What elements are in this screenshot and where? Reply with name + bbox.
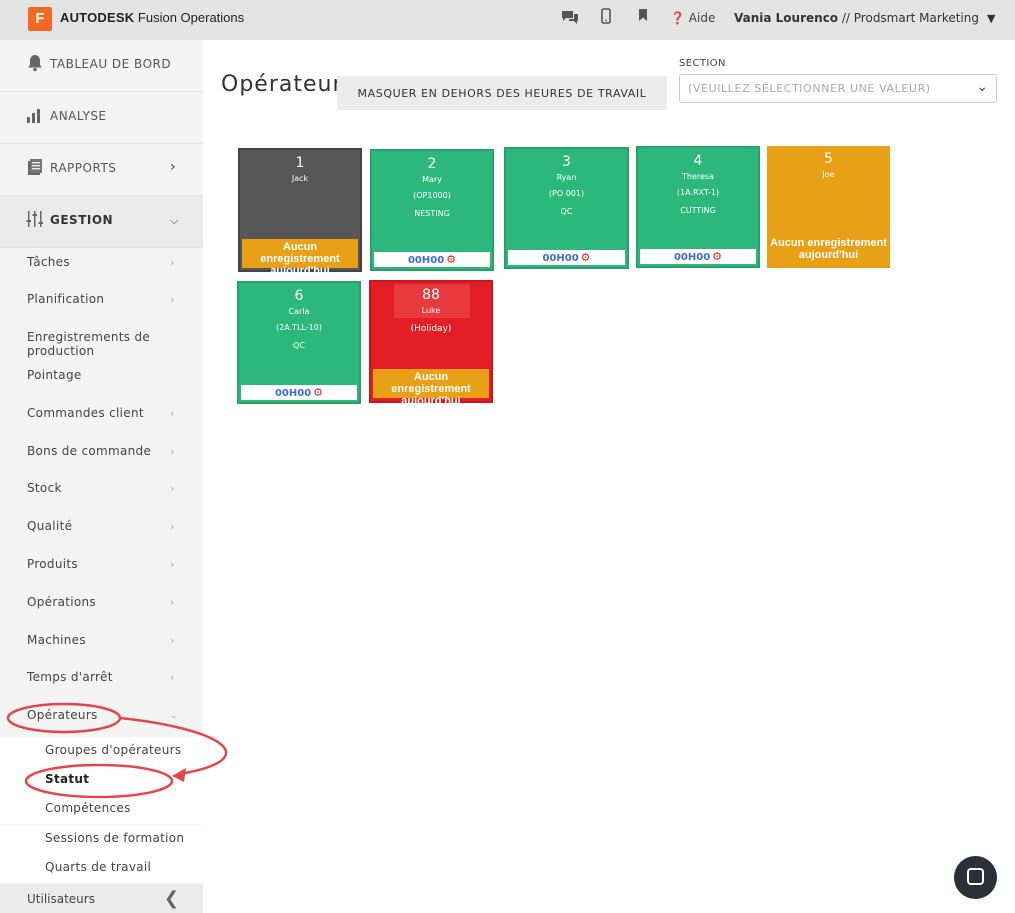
sidebar-item-production-records[interactable]: Enregistrements de production: [0, 320, 203, 358]
gear-icon: ⚙: [446, 253, 457, 266]
bell-icon: [26, 54, 46, 74]
gear-icon: ⚙: [712, 250, 723, 263]
help-icon: ❓: [670, 11, 685, 25]
chat-support-button[interactable]: [954, 856, 997, 899]
chevron-right-icon: ›: [170, 407, 175, 420]
status-no-record: Aucun enregistrement aujourd'hui: [242, 239, 358, 277]
chevron-right-icon: ›: [170, 520, 175, 533]
sidebar-item-purchase-orders[interactable]: Bons de commande ›: [0, 434, 203, 472]
chevron-right-icon: ›: [170, 293, 175, 306]
sidebar-item-dashboard[interactable]: TABLEAU DE BORD: [0, 40, 203, 92]
operator-card[interactable]: 3 Ryan (PO 001) QC 00H00 ⚙: [504, 147, 629, 269]
hide-outside-hours-button[interactable]: MASQUER EN DEHORS DES HEURES DE TRAVAIL: [337, 76, 667, 110]
operator-card[interactable]: 1 Jack Aucun enregistrement aujourd'hui: [238, 148, 362, 277]
sidebar-item-operators[interactable]: Opérateurs ⌄: [0, 698, 203, 736]
sidebar-item-quality[interactable]: Qualité ›: [0, 509, 203, 547]
operator-card[interactable]: 6 Carla (2A.TLL-10) QC 00H00 ⚙: [237, 281, 361, 404]
chevron-right-icon: ›: [170, 634, 175, 647]
time-counter: 00H00 ⚙: [374, 252, 490, 267]
operator-card[interactable]: 2 Mary (OP1000) NESTING 00H00 ⚙: [370, 149, 494, 271]
operator-card[interactable]: 4 Theresa (1A.RXT-1) CUTTING 00H00 ⚙: [636, 146, 760, 268]
brand-name: AUTODESK Fusion Operations: [60, 10, 245, 25]
sidebar-item-management[interactable]: GESTION ⌵: [0, 196, 203, 248]
sidebar-item-clocking[interactable]: Pointage: [0, 358, 203, 396]
bar-chart-icon: [26, 106, 46, 126]
status-no-record: Aucun enregistrement aujourd'hui: [770, 237, 887, 261]
sidebar-subitem-shifts[interactable]: Quarts de travail: [0, 854, 203, 883]
chevron-right-icon: ›: [170, 445, 175, 458]
sidebar-item-tasks[interactable]: Tâches ›: [0, 245, 203, 283]
chevron-right-icon: ›: [170, 671, 175, 684]
fusion-logo[interactable]: F: [28, 7, 52, 31]
sidebar-subitem-status[interactable]: Statut: [0, 766, 203, 795]
collapse-sidebar-icon[interactable]: ❮: [164, 888, 179, 909]
sidebar-item-operations[interactable]: Opérations ›: [0, 585, 203, 623]
section-label: SECTION: [679, 58, 726, 69]
sidebar-item-downtime[interactable]: Temps d'arrêt ›: [0, 660, 203, 698]
operator-card[interactable]: 5 Joe Aucun enregistrement aujourd'hui: [767, 146, 890, 268]
chevron-down-icon: ⌄: [976, 79, 988, 95]
chevron-right-icon: ›: [170, 159, 176, 175]
sidebar-item-sales-orders[interactable]: Commandes client ›: [0, 396, 203, 434]
page-title: Opérateurs: [221, 72, 337, 97]
gear-icon: ⚙: [580, 251, 591, 264]
user-menu[interactable]: Vania Lourenco // Prodsmart Marketing ▼: [734, 11, 995, 25]
sliders-icon: [26, 210, 46, 230]
chevron-down-icon: ▼: [987, 12, 996, 25]
report-icon: [26, 158, 46, 178]
bookmark-icon[interactable]: [638, 8, 648, 26]
chevron-right-icon: ›: [170, 558, 175, 571]
chevron-down-icon: ⌄: [170, 711, 178, 721]
top-bar: F AUTODESK Fusion Operations ❓ Aide Vani…: [0, 0, 1015, 40]
chevron-right-icon: ›: [170, 596, 175, 609]
sidebar-item-users[interactable]: Utilisateurs ❮: [0, 884, 203, 913]
sidebar-item-reports[interactable]: RAPPORTS ›: [0, 144, 203, 196]
help-link[interactable]: ❓ Aide: [670, 11, 715, 25]
mobile-icon[interactable]: [601, 8, 611, 28]
sidebar-item-analysis[interactable]: ANALYSE: [0, 92, 203, 144]
chat-icon[interactable]: [560, 8, 580, 30]
sidebar-item-products[interactable]: Produits ›: [0, 547, 203, 585]
chat-bubble-icon: [967, 868, 984, 885]
sidebar-item-planning[interactable]: Planification ›: [0, 282, 203, 320]
operator-card[interactable]: 88 Luke (Holiday) Aucun enregistrement a…: [369, 280, 493, 407]
status-no-record: Aucun enregistrement aujourd'hui: [373, 369, 489, 407]
time-counter: 00H00 ⚙: [508, 250, 625, 265]
sidebar-subitem-operator-groups[interactable]: Groupes d'opérateurs: [0, 737, 203, 766]
gear-icon: ⚙: [313, 386, 324, 399]
chevron-right-icon: ›: [170, 256, 175, 269]
chevron-down-icon: ⌵: [170, 214, 179, 227]
time-counter: 00H00 ⚙: [241, 385, 357, 400]
time-counter: 00H00 ⚙: [640, 249, 756, 264]
section-select[interactable]: (VEUILLEZ SÉLECTIONNER UNE VALEUR) ⌄: [679, 74, 997, 103]
sidebar: TABLEAU DE BORD ANALYSE RAPPORTS › GESTI…: [0, 40, 203, 913]
sidebar-subitem-skills[interactable]: Compétences: [0, 795, 203, 824]
sidebar-item-machines[interactable]: Machines ›: [0, 623, 203, 661]
sidebar-item-stock[interactable]: Stock ›: [0, 471, 203, 509]
sidebar-subitem-training-sessions[interactable]: Sessions de formation: [0, 825, 203, 854]
chevron-right-icon: ›: [170, 482, 175, 495]
